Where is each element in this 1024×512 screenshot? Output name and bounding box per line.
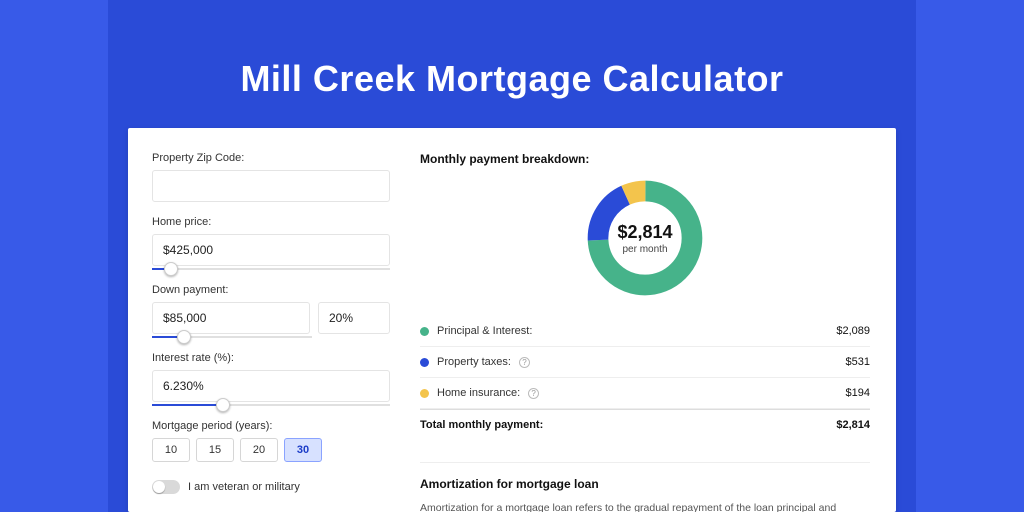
down-payment-pct-input[interactable] bbox=[318, 302, 390, 334]
legend-dot-taxes bbox=[420, 358, 429, 367]
down-payment-input[interactable] bbox=[152, 302, 310, 334]
legend-value-taxes: $531 bbox=[846, 356, 870, 368]
legend-dot-insurance bbox=[420, 389, 429, 398]
home-price-slider[interactable] bbox=[152, 268, 390, 270]
legend-value-insurance: $194 bbox=[846, 387, 870, 399]
donut-center-amount: $2,814 bbox=[617, 222, 672, 243]
calculator-card: Property Zip Code: Home price: Down paym… bbox=[128, 128, 896, 512]
info-icon[interactable]: ? bbox=[528, 388, 539, 399]
period-option-10[interactable]: 10 bbox=[152, 438, 190, 462]
donut-center-sub: per month bbox=[622, 244, 667, 255]
legend-row-principal: Principal & Interest: $2,089 bbox=[420, 316, 870, 347]
interest-rate-slider-fill bbox=[152, 404, 223, 406]
down-payment-slider-thumb[interactable] bbox=[177, 330, 191, 344]
breakdown-donut-chart: $2,814 per month bbox=[583, 176, 707, 300]
down-payment-slider[interactable] bbox=[152, 336, 312, 338]
interest-rate-slider-thumb[interactable] bbox=[216, 398, 230, 412]
mortgage-period-label: Mortgage period (years): bbox=[152, 420, 390, 432]
home-price-slider-thumb[interactable] bbox=[164, 262, 178, 276]
legend-dot-principal bbox=[420, 327, 429, 336]
mortgage-period-group: 10 15 20 30 bbox=[152, 438, 390, 462]
veteran-toggle-knob bbox=[153, 481, 165, 493]
legend-label-taxes: Property taxes: bbox=[437, 356, 511, 368]
interest-rate-input[interactable] bbox=[152, 370, 390, 402]
period-option-20[interactable]: 20 bbox=[240, 438, 278, 462]
legend-label-insurance: Home insurance: bbox=[437, 387, 520, 399]
home-price-label: Home price: bbox=[152, 216, 390, 228]
down-payment-label: Down payment: bbox=[152, 284, 390, 296]
amortization-text: Amortization for a mortgage loan refers … bbox=[420, 501, 870, 512]
legend-row-insurance: Home insurance: ? $194 bbox=[420, 378, 870, 409]
legend-value-total: $2,814 bbox=[836, 419, 870, 431]
home-price-input[interactable] bbox=[152, 234, 390, 266]
veteran-toggle-label: I am veteran or military bbox=[188, 481, 300, 493]
amortization-title: Amortization for mortgage loan bbox=[420, 477, 870, 491]
breakdown-title: Monthly payment breakdown: bbox=[420, 152, 870, 166]
legend-label-total: Total monthly payment: bbox=[420, 419, 543, 431]
period-option-15[interactable]: 15 bbox=[196, 438, 234, 462]
legend-label-principal: Principal & Interest: bbox=[437, 325, 532, 337]
legend-row-total: Total monthly payment: $2,814 bbox=[420, 409, 870, 440]
inputs-pane: Property Zip Code: Home price: Down paym… bbox=[128, 128, 408, 512]
interest-rate-label: Interest rate (%): bbox=[152, 352, 390, 364]
period-option-30[interactable]: 30 bbox=[284, 438, 322, 462]
zip-label: Property Zip Code: bbox=[152, 152, 390, 164]
interest-rate-slider[interactable] bbox=[152, 404, 390, 406]
legend-value-principal: $2,089 bbox=[836, 325, 870, 337]
page-title: Mill Creek Mortgage Calculator bbox=[0, 58, 1024, 100]
zip-input[interactable] bbox=[152, 170, 390, 202]
breakdown-pane: Monthly payment breakdown: $2,814 per mo… bbox=[408, 128, 896, 512]
info-icon[interactable]: ? bbox=[519, 357, 530, 368]
veteran-toggle[interactable] bbox=[152, 480, 180, 494]
legend-row-taxes: Property taxes: ? $531 bbox=[420, 347, 870, 378]
